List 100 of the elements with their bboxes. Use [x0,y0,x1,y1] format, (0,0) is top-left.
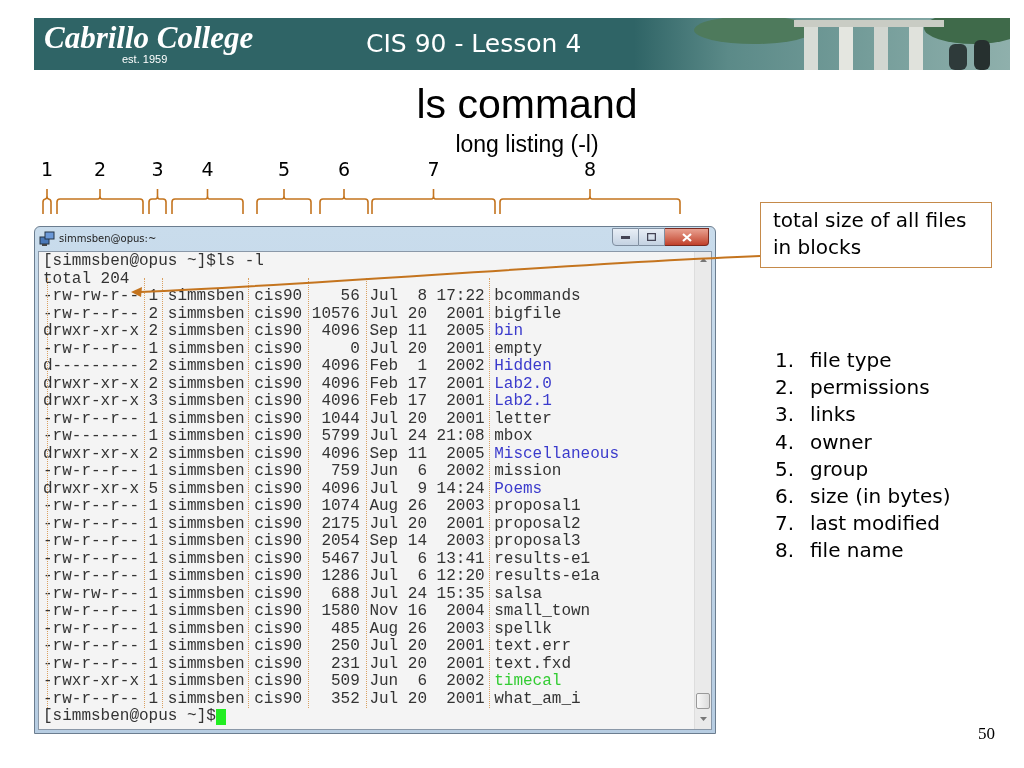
links-cell: 1 [148,655,159,673]
size-cell-text: 759 [330,463,360,481]
size-cell-text: 4096 [320,445,360,463]
curly-brace [148,188,167,214]
owner-cell: simmsben [167,533,245,551]
links-cell: 1 [148,603,159,621]
owner-cell: simmsben [167,463,245,481]
group-cell: cis90 [254,445,303,463]
file-name-cell: text.err [494,638,571,656]
links-cell: 1 [148,638,159,656]
owner-cell: simmsben [167,375,245,393]
owner-cell: simmsben [167,410,245,428]
links-cell: 1 [148,568,159,586]
column-number: 6 [338,158,351,180]
file-name-cell: spellk [494,620,552,638]
course-title: CIS 90 - Lesson 4 [366,29,582,59]
links-cell: 1 [148,498,159,516]
list-number: 4. [775,428,796,456]
size-cell-text: 509 [330,673,360,691]
file-name-cell: Hidden [494,358,552,376]
scrollbar[interactable] [694,252,711,729]
callout-box: total size of all files in blocks [760,202,992,268]
size-cell-text: 231 [330,655,360,673]
links-cell: 2 [148,375,159,393]
date-cell: Jul 24 15:35 [369,585,485,603]
group-cell: cis90 [254,288,303,306]
text-cursor [215,708,226,725]
permissions-cell: -rw-r--r-- [43,568,139,586]
file-name-cell: bcommands [494,288,581,306]
legend-item: file name [810,537,904,565]
size-cell: 10576 [311,305,360,323]
owner-cell: simmsben [167,638,245,656]
slide-title: ls command [415,82,639,126]
permissions-cell: -rw-r--r-- [43,655,139,673]
date-cell: Jul 20 2001 [369,655,485,673]
size-cell-text: 2054 [320,533,360,551]
links-cell: 1 [148,585,159,603]
date-cell: Jul 8 17:22 [369,288,485,306]
file-name-cell: Miscellaneous [494,445,620,463]
owner-cell: simmsben [167,445,245,463]
permissions-cell: d--------- [43,358,139,376]
links-cell: 2 [148,445,159,463]
group-cell: cis90 [254,533,303,551]
file-name-cell: empty [494,340,543,358]
scroll-down-icon[interactable] [699,717,707,721]
group-cell: cis90 [254,585,303,603]
owner-cell: simmsben [167,568,245,586]
list-number: 6. [775,483,796,510]
legend-item: last modified [810,510,940,538]
column-number: 2 [94,158,107,180]
owner-cell: simmsben [167,673,245,691]
links-cell: 2 [148,358,159,376]
file-name-cell: salsa [494,585,543,603]
group-cell: cis90 [254,568,303,586]
curly-brace [319,188,369,214]
permissions-cell: -rw-rw-r-- [43,585,139,603]
column-number: 7 [427,158,440,180]
college-logo: Cabrillo College [44,20,254,55]
file-name-cell: mbox [494,428,533,446]
owner-cell: simmsben [167,603,245,621]
permissions-cell: -rw-r--r-- [43,410,139,428]
permissions-cell: -rw-r--r-- [43,305,139,323]
legend-item: owner [810,428,872,456]
list-number: 5. [775,455,796,483]
group-cell: cis90 [254,358,303,376]
size-cell-text: 352 [330,690,360,708]
size-cell-text: 4096 [320,375,360,393]
group-cell: cis90 [254,550,303,568]
permissions-cell: -rw-r--r-- [43,620,139,638]
scroll-up-icon[interactable] [699,258,707,262]
file-name-cell: Poems [494,480,543,498]
links-cell: 5 [148,480,159,498]
date-cell: Nov 16 2004 [369,603,485,621]
file-name-cell: results-e1 [494,550,591,568]
window-title: simmsben@opus:~ [59,233,157,245]
group-cell: cis90 [254,638,303,656]
legend-item: links [810,401,856,429]
date-cell: Jul 20 2001 [369,410,485,428]
minimize-button[interactable] [612,228,639,246]
permissions-cell: -rw-r--r-- [43,690,139,708]
list-number: 1. [775,347,796,374]
file-name-cell: results-e1a [494,568,600,586]
date-cell: Jul 20 2001 [369,305,485,323]
date-cell: Feb 1 2002 [369,358,485,376]
owner-cell: simmsben [167,305,245,323]
owner-cell: simmsben [167,480,245,498]
owner-cell: simmsben [167,340,245,358]
date-cell: Jun 6 2002 [369,673,485,691]
list-number: 2. [775,374,796,402]
owner-cell: simmsben [167,323,245,341]
date-cell: Jun 6 2002 [369,463,485,481]
group-cell: cis90 [254,375,303,393]
close-button[interactable] [665,228,709,246]
size-cell-text: 1580 [320,603,360,621]
maximize-button[interactable] [639,228,665,246]
links-cell: 1 [148,515,159,533]
scroll-thumb[interactable] [696,693,710,709]
permissions-cell: -rwxr-xr-x [43,673,139,691]
size-cell-text: 5799 [320,428,360,446]
owner-cell: simmsben [167,288,245,306]
